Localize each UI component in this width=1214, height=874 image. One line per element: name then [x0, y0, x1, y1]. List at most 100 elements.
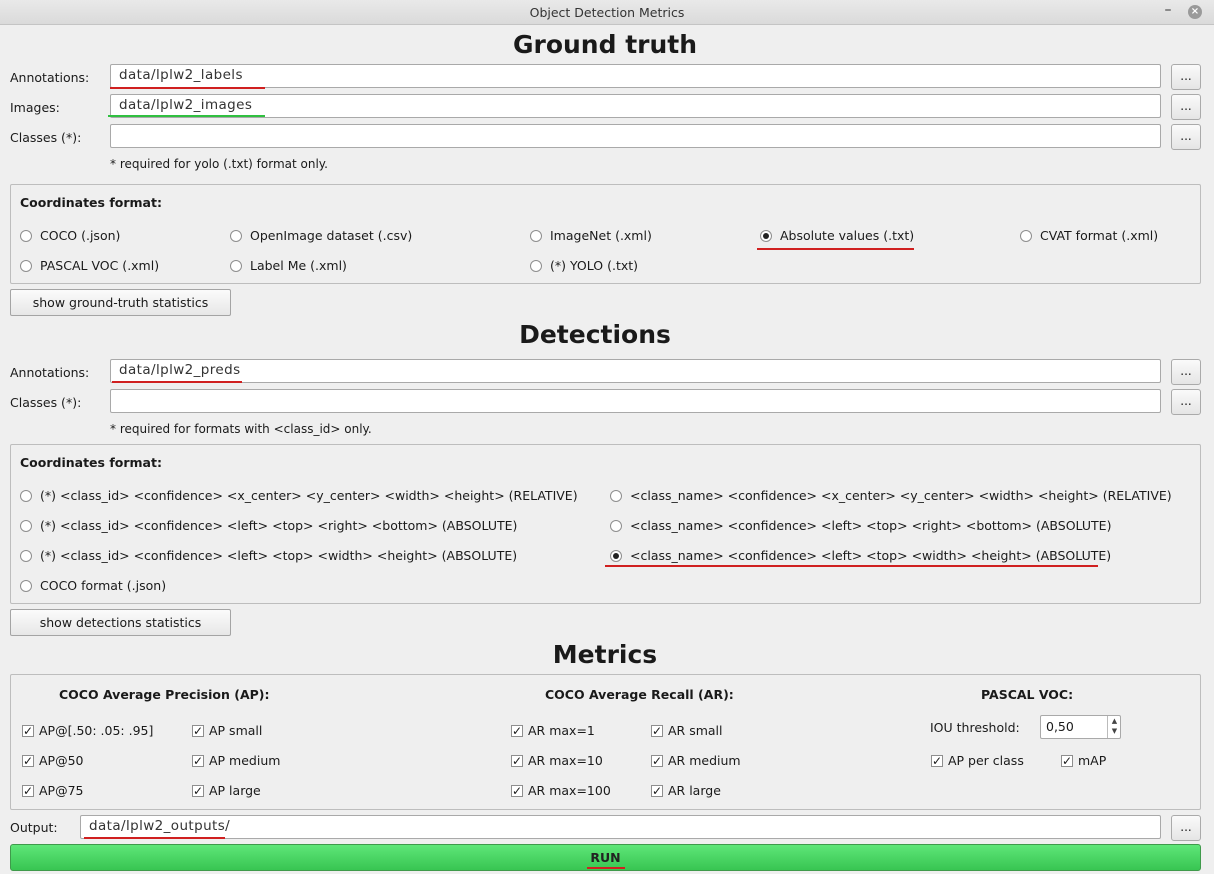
check-ap-medium[interactable]: ✓ AP medium [192, 753, 280, 768]
check-icon: ✓ [192, 753, 204, 768]
radio-icon [610, 489, 622, 502]
metrics-heading: Metrics [552, 640, 658, 669]
title-bar: Object Detection Metrics [0, 0, 1214, 25]
radio-icon [20, 579, 32, 592]
gt-images-field[interactable]: data/lplw2_images [110, 94, 1161, 118]
check-icon: ✓ [192, 783, 204, 798]
det-classes-browse-button[interactable]: ... [1171, 389, 1201, 415]
gt-format-openimage[interactable]: OpenImage dataset (.csv) [230, 228, 412, 243]
check-ap-large[interactable]: ✓ AP large [192, 783, 261, 798]
spin-arrows-icon[interactable]: ▲ ▼ [1107, 716, 1121, 738]
det-annotations-label: Annotations: [10, 365, 90, 380]
radio-icon [20, 549, 32, 562]
det-format-name-absolute-wh[interactable]: <class_name> <confidence> <left> <top> <… [610, 548, 1111, 563]
check-ar-medium[interactable]: ✓ AR medium [651, 753, 741, 768]
check-ar-max100[interactable]: ✓ AR max=100 [511, 783, 611, 798]
radio-icon [20, 519, 32, 532]
minimize-icon[interactable]: – [1160, 2, 1176, 20]
radio-icon [610, 519, 622, 532]
gt-images-label: Images: [10, 100, 60, 115]
radio-icon [230, 229, 242, 242]
check-ap-75[interactable]: ✓ AP@75 [22, 783, 84, 798]
ground-truth-heading: Ground truth [512, 30, 698, 59]
show-det-statistics-button[interactable]: show detections statistics [10, 609, 231, 636]
gt-classes-field[interactable] [110, 124, 1161, 148]
det-format-id-absolute-wh[interactable]: (*) <class_id> <confidence> <left> <top>… [20, 548, 517, 563]
det-format-id-absolute-rb[interactable]: (*) <class_id> <confidence> <left> <top>… [20, 518, 517, 533]
radio-icon [230, 259, 242, 272]
det-annotations-browse-button[interactable]: ... [1171, 359, 1201, 385]
pascal-voc-title: PASCAL VOC: [981, 687, 1074, 702]
check-ap-small[interactable]: ✓ AP small [192, 723, 262, 738]
gt-annotations-field[interactable]: data/lplw2_labels [110, 64, 1161, 88]
annotation-underline [84, 837, 225, 839]
radio-icon [530, 259, 542, 272]
det-format-coco[interactable]: COCO format (.json) [20, 578, 166, 593]
radio-icon [530, 229, 542, 242]
det-format-title: Coordinates format: [20, 455, 162, 470]
det-format-name-absolute-rb[interactable]: <class_name> <confidence> <left> <top> <… [610, 518, 1111, 533]
det-format-name-relative[interactable]: <class_name> <confidence> <x_center> <y_… [610, 488, 1172, 503]
check-icon: ✓ [651, 723, 663, 738]
show-gt-statistics-button[interactable]: show ground-truth statistics [10, 289, 231, 316]
annotation-underline [110, 87, 265, 89]
annotation-underline [587, 867, 625, 869]
check-ar-max1[interactable]: ✓ AR max=1 [511, 723, 595, 738]
check-ar-small[interactable]: ✓ AR small [651, 723, 723, 738]
radio-selected-icon [610, 549, 622, 562]
det-format-id-relative[interactable]: (*) <class_id> <confidence> <x_center> <… [20, 488, 578, 503]
radio-selected-icon [760, 229, 772, 242]
check-ap-per-class[interactable]: ✓ AP per class [931, 753, 1024, 768]
output-label: Output: [10, 820, 58, 835]
coco-ar-title: COCO Average Recall (AR): [545, 687, 734, 702]
coco-ap-title: COCO Average Precision (AP): [59, 687, 270, 702]
check-icon: ✓ [22, 783, 34, 798]
check-icon: ✓ [511, 783, 523, 798]
check-icon: ✓ [22, 723, 34, 738]
check-map[interactable]: ✓ mAP [1061, 753, 1106, 768]
check-icon: ✓ [511, 753, 523, 768]
check-ap-50-95[interactable]: ✓ AP@[.50: .05: .95] [22, 723, 153, 738]
gt-classes-browse-button[interactable]: ... [1171, 124, 1201, 150]
gt-format-coco[interactable]: COCO (.json) [20, 228, 120, 243]
output-field[interactable]: data/lplw2_outputs/ [80, 815, 1161, 839]
window-title: Object Detection Metrics [529, 5, 685, 20]
gt-format-title: Coordinates format: [20, 195, 162, 210]
check-icon: ✓ [931, 753, 943, 768]
gt-images-browse-button[interactable]: ... [1171, 94, 1201, 120]
gt-format-absolute[interactable]: Absolute values (.txt) [760, 228, 914, 243]
gt-classes-note: * required for yolo (.txt) format only. [110, 157, 328, 171]
check-ar-large[interactable]: ✓ AR large [651, 783, 721, 798]
iou-threshold-label: IOU threshold: [930, 720, 1020, 735]
detections-heading: Detections [519, 320, 671, 349]
gt-annotations-label: Annotations: [10, 70, 90, 85]
gt-format-labelme[interactable]: Label Me (.xml) [230, 258, 347, 273]
close-icon[interactable]: × [1188, 5, 1202, 19]
gt-format-cvat[interactable]: CVAT format (.xml) [1020, 228, 1158, 243]
check-ar-max10[interactable]: ✓ AR max=10 [511, 753, 603, 768]
check-icon: ✓ [651, 783, 663, 798]
check-icon: ✓ [1061, 753, 1073, 768]
gt-format-pascal[interactable]: PASCAL VOC (.xml) [20, 258, 159, 273]
output-browse-button[interactable]: ... [1171, 815, 1201, 841]
radio-icon [20, 229, 32, 242]
check-icon: ✓ [651, 753, 663, 768]
gt-classes-label: Classes (*): [10, 130, 82, 145]
iou-threshold-value: 0,50 [1046, 719, 1074, 734]
check-icon: ✓ [511, 723, 523, 738]
check-ap-50[interactable]: ✓ AP@50 [22, 753, 84, 768]
radio-icon [20, 259, 32, 272]
annotation-underline [605, 565, 1098, 567]
check-icon: ✓ [192, 723, 204, 738]
check-icon: ✓ [22, 753, 34, 768]
gt-format-yolo[interactable]: (*) YOLO (.txt) [530, 258, 638, 273]
det-classes-label: Classes (*): [10, 395, 82, 410]
radio-icon [20, 489, 32, 502]
annotation-underline-green [108, 115, 265, 117]
annotation-underline [112, 381, 242, 383]
det-annotations-field[interactable]: data/lplw2_preds [110, 359, 1161, 383]
gt-annotations-browse-button[interactable]: ... [1171, 64, 1201, 90]
annotation-underline [757, 248, 914, 250]
gt-format-imagenet[interactable]: ImageNet (.xml) [530, 228, 652, 243]
det-classes-field[interactable] [110, 389, 1161, 413]
